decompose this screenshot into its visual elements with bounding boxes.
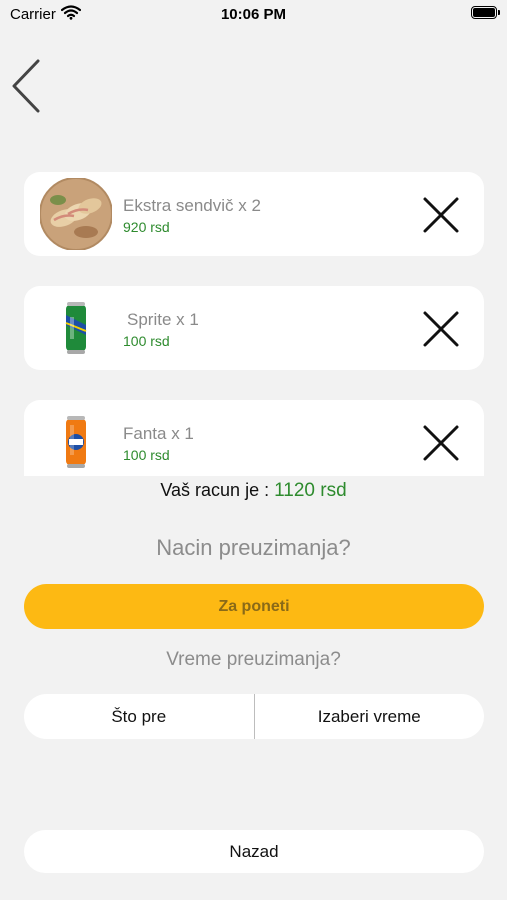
item-price: 100 rsd [123,447,170,463]
pickup-method-question: Nacin preuzimanja? [156,535,351,560]
battery-icon [471,6,500,19]
close-icon [423,425,459,461]
item-price: 100 rsd [123,333,170,349]
pickup-method-button[interactable]: Za poneti [24,584,484,629]
fanta-can-image [40,406,112,478]
total-label: Vaš racun je : [160,480,270,500]
pickup-time-question: Vreme preuzimanja? [166,649,341,670]
remove-item-button[interactable] [420,308,462,350]
item-price: 920 rsd [123,219,170,235]
close-icon [423,197,459,233]
asap-option[interactable]: Što pre [24,694,254,739]
item-name: Ekstra sendvič x 2 [123,196,261,215]
chevron-left-icon [12,59,40,113]
sandwich-image [40,178,112,250]
cart-item: Fanta x 1 100 rsd [24,400,484,476]
total-amount: 1120 rsd [274,480,347,501]
clock-time: 10:06 PM [220,6,287,23]
remove-item-button[interactable] [420,194,462,236]
order-total: Vaš racun je : 1120 rsd [0,480,507,502]
back-footer-button[interactable]: Nazad [24,830,484,873]
pickup-time-selector: Što pre Izaberi vreme [24,694,484,739]
sprite-can-image [40,292,112,364]
choose-time-option[interactable]: Izaberi vreme [255,694,485,739]
item-name: Fanta x 1 [123,424,194,443]
close-icon [423,311,459,347]
item-name: Sprite x 1 [127,310,199,329]
status-bar: Carrier 10:06 PM [0,0,507,30]
cart-item: Ekstra sendvič x 2 920 rsd [24,172,484,256]
remove-item-button[interactable] [420,422,462,464]
back-button[interactable] [8,56,48,116]
cart-item: Sprite x 1 100 rsd [24,286,484,370]
